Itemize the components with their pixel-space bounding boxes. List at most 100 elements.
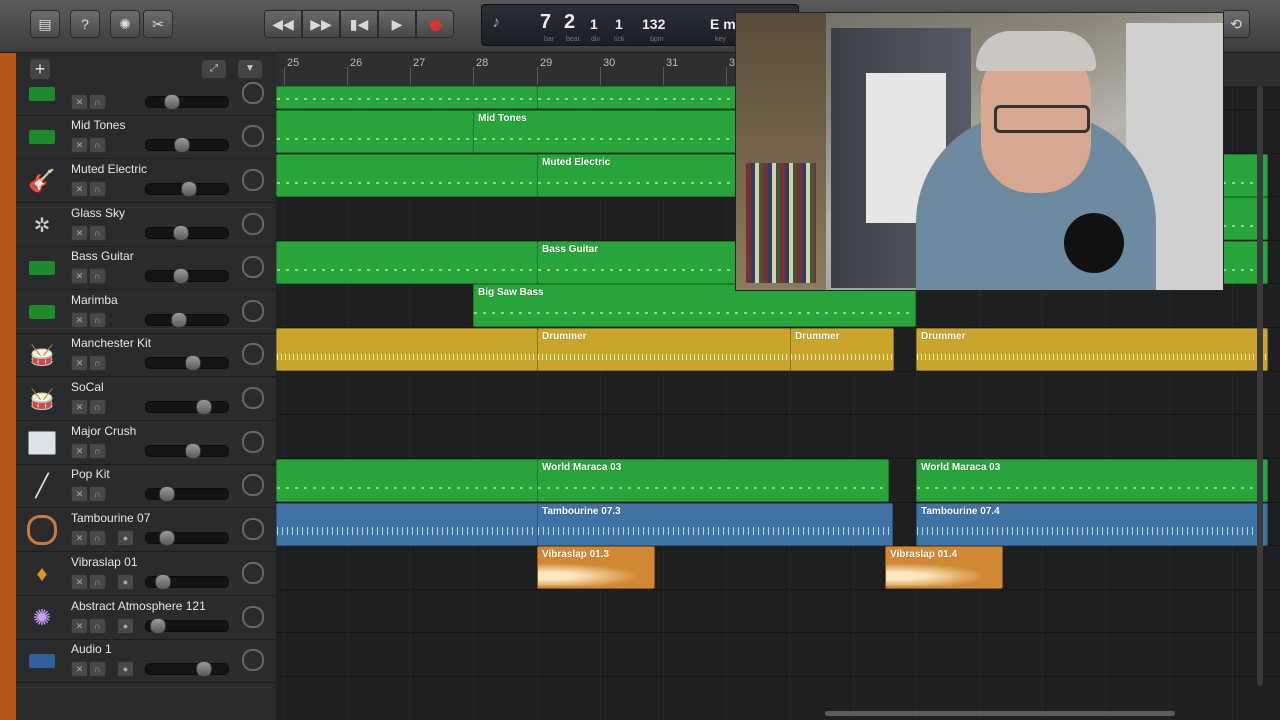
pan-knob[interactable] xyxy=(242,606,264,628)
volume-slider[interactable] xyxy=(145,399,229,415)
solo-button[interactable]: ∩ xyxy=(89,486,106,502)
pan-knob[interactable] xyxy=(242,213,264,235)
drummer-region-2[interactable]: Drummer xyxy=(790,328,894,371)
mute-button[interactable]: ✕ xyxy=(71,225,88,241)
track-name[interactable]: Mid Tones xyxy=(71,118,125,132)
volume-slider[interactable] xyxy=(145,618,229,634)
record-enable-button[interactable]: ● xyxy=(117,574,134,590)
loop-region-world-maraca-1[interactable]: World Maraca 03 xyxy=(537,459,889,502)
mute-button[interactable]: ✕ xyxy=(71,181,88,197)
track-header[interactable]: ╱ Pop Kit ✕ ∩ xyxy=(16,464,276,508)
solo-button[interactable]: ∩ xyxy=(89,399,106,415)
go-to-beginning-button[interactable]: ▮◀ xyxy=(340,10,378,38)
record-button[interactable] xyxy=(416,10,454,38)
pan-knob[interactable] xyxy=(242,431,264,453)
midi-region[interactable] xyxy=(276,110,474,153)
track-header[interactable]: ✲ Glass Sky ✕ ∩ xyxy=(16,203,276,247)
solo-button[interactable]: ∩ xyxy=(89,268,106,284)
loop-browser-button[interactable]: ⟲ xyxy=(1222,10,1250,38)
mute-button[interactable]: ✕ xyxy=(71,137,88,153)
midi-region[interactable] xyxy=(276,241,538,284)
pan-knob[interactable] xyxy=(242,474,264,496)
track-name[interactable]: Pop Kit xyxy=(71,467,110,481)
volume-slider[interactable] xyxy=(145,530,229,546)
pan-knob[interactable] xyxy=(242,256,264,278)
drummer-region-1[interactable]: Drummer xyxy=(537,328,791,371)
pan-knob[interactable] xyxy=(242,387,264,409)
play-button[interactable]: ▶ xyxy=(378,10,416,38)
track-header[interactable]: 🥁 Manchester Kit ✕ ∩ xyxy=(16,333,276,377)
mute-button[interactable]: ✕ xyxy=(71,399,88,415)
solo-button[interactable]: ∩ xyxy=(89,137,106,153)
horizontal-scrollbar[interactable] xyxy=(825,711,1175,716)
track-header[interactable]: Major Crush ✕ ∩ xyxy=(16,421,276,465)
fast-forward-button[interactable]: ▶▶ xyxy=(302,10,340,38)
volume-slider[interactable] xyxy=(145,486,229,502)
mute-button[interactable]: ✕ xyxy=(71,94,88,110)
volume-slider[interactable] xyxy=(145,268,229,284)
track-header[interactable]: 🎸 Muted Electric ✕ ∩ xyxy=(16,159,276,203)
mute-button[interactable]: ✕ xyxy=(71,618,88,634)
solo-button[interactable]: ∩ xyxy=(89,574,106,590)
metronome-icon[interactable]: ♪ xyxy=(492,14,500,32)
audio-loop-region-tambourine-1[interactable]: Tambourine 07.3 xyxy=(537,503,893,546)
mute-button[interactable]: ✕ xyxy=(71,661,88,677)
audio-loop-region-tambourine-2[interactable]: Tambourine 07.4 xyxy=(916,503,1268,546)
drummer-region-3[interactable]: Drummer xyxy=(916,328,1268,371)
track-name[interactable]: Bass Guitar xyxy=(71,249,134,263)
track-name[interactable]: SoCal xyxy=(71,380,104,394)
pan-knob[interactable] xyxy=(242,343,264,365)
smart-controls-button[interactable]: ✺ xyxy=(110,10,140,38)
audio-region-vibraslap-1[interactable]: Vibraslap 01.3 xyxy=(537,546,655,589)
drummer-region[interactable] xyxy=(276,328,538,371)
track-name[interactable]: Muted Electric xyxy=(71,162,147,176)
vertical-scrollbar[interactable] xyxy=(1257,86,1263,686)
track-header[interactable]: Bass Guitar ✕ ∩ xyxy=(16,246,276,290)
track-name[interactable]: Vibraslap 01 xyxy=(71,555,138,569)
volume-slider[interactable] xyxy=(145,181,229,197)
solo-button[interactable]: ∩ xyxy=(89,661,106,677)
volume-slider[interactable] xyxy=(145,661,229,677)
solo-button[interactable]: ∩ xyxy=(89,443,106,459)
track-header[interactable]: ♦ Vibraslap 01 ✕ ∩ ● xyxy=(16,552,276,596)
pan-knob[interactable] xyxy=(242,300,264,322)
pan-knob[interactable] xyxy=(242,125,264,147)
loop-region-world-maraca-2[interactable]: World Maraca 03 xyxy=(916,459,1268,502)
pan-knob[interactable] xyxy=(242,649,264,671)
solo-button[interactable]: ∩ xyxy=(89,618,106,634)
editors-button[interactable]: ✂ xyxy=(143,10,173,38)
solo-button[interactable]: ∩ xyxy=(89,181,106,197)
track-header[interactable]: Audio 1 ✕ ∩ ● xyxy=(16,639,276,683)
solo-button[interactable]: ∩ xyxy=(89,312,106,328)
track-header[interactable]: 🥁 SoCal ✕ ∩ xyxy=(16,377,276,421)
loop-region[interactable] xyxy=(276,459,538,502)
pan-knob[interactable] xyxy=(242,562,264,584)
track-name[interactable]: Abstract Atmosphere 121 xyxy=(71,599,206,613)
mute-button[interactable]: ✕ xyxy=(71,443,88,459)
track-name[interactable]: Tambourine 07 xyxy=(71,511,150,525)
record-enable-button[interactable]: ● xyxy=(117,530,134,546)
mute-button[interactable]: ✕ xyxy=(71,486,88,502)
help-button[interactable]: ? xyxy=(70,10,100,38)
library-button[interactable]: ▤ xyxy=(30,10,60,38)
midi-region[interactable] xyxy=(276,154,538,197)
pan-knob[interactable] xyxy=(242,169,264,191)
mute-button[interactable]: ✕ xyxy=(71,268,88,284)
solo-button[interactable]: ∩ xyxy=(89,225,106,241)
solo-button[interactable]: ∩ xyxy=(89,530,106,546)
audio-loop-region[interactable] xyxy=(276,503,538,546)
rewind-button[interactable]: ◀◀ xyxy=(264,10,302,38)
track-name[interactable]: Manchester Kit xyxy=(71,336,151,350)
track-header[interactable]: Tambourine 07 ✕ ∩ ● xyxy=(16,508,276,552)
solo-button[interactable]: ∩ xyxy=(89,355,106,371)
mute-button[interactable]: ✕ xyxy=(71,530,88,546)
track-header[interactable]: ✕ ∩ xyxy=(16,72,276,116)
mute-button[interactable]: ✕ xyxy=(71,574,88,590)
track-name[interactable]: Major Crush xyxy=(71,424,136,438)
volume-slider[interactable] xyxy=(145,355,229,371)
volume-slider[interactable] xyxy=(145,312,229,328)
solo-button[interactable]: ∩ xyxy=(89,94,106,110)
track-header[interactable]: Mid Tones ✕ ∩ xyxy=(16,115,276,159)
track-name[interactable]: Marimba xyxy=(71,293,118,307)
pan-knob[interactable] xyxy=(242,518,264,540)
